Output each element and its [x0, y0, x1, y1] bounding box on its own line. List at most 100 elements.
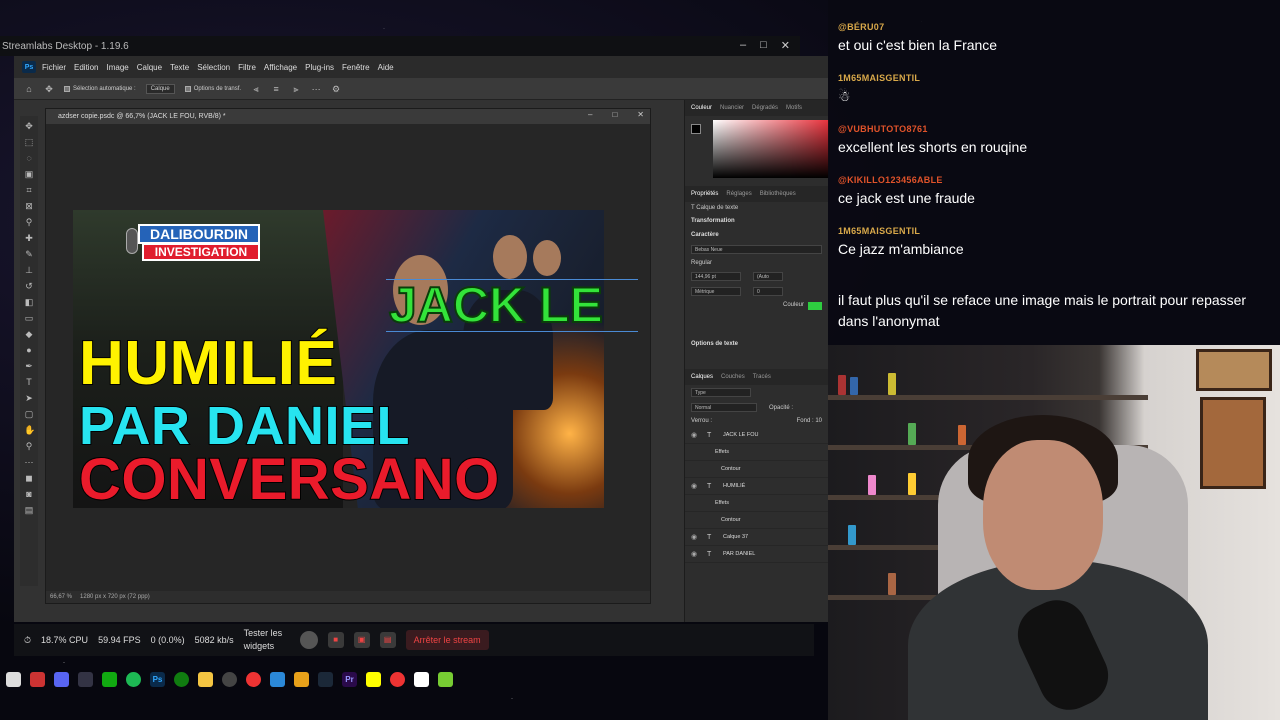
layer-row[interactable]: ◉ T PAR DANIEL [685, 546, 828, 563]
dodge-icon[interactable]: ● [24, 344, 34, 356]
text-color-swatch[interactable] [808, 302, 822, 310]
layer-effect-row[interactable]: Contour [685, 461, 828, 478]
quick-mask-icon[interactable]: ◙ [24, 488, 34, 500]
font-size-field[interactable]: 144,96 pt [691, 272, 741, 281]
color-swatch-icon[interactable]: ◼ [24, 472, 34, 484]
chrome-icon[interactable] [390, 671, 405, 687]
thumbnail-canvas[interactable]: DALIBOURDIN INVESTIGATION JACK LE HUMILI… [73, 210, 604, 508]
menu-calque[interactable]: Calque [137, 63, 162, 72]
menu-edition[interactable]: Edition [74, 63, 98, 72]
gradient-icon[interactable]: ▭ [24, 312, 34, 324]
foreground-swatch[interactable] [691, 124, 701, 134]
app-icon[interactable] [30, 671, 45, 687]
font-style[interactable]: Regular [685, 257, 828, 269]
transformation-section[interactable]: Transformation [685, 214, 828, 228]
menu-fichier[interactable]: Fichier [42, 63, 66, 72]
more-options-icon[interactable]: ⋯ [311, 84, 321, 94]
doc-minimize-button[interactable]: – [588, 110, 592, 119]
zoom-level[interactable]: 66,67 % [50, 594, 72, 600]
type-icon[interactable]: T [24, 376, 34, 388]
layer-row[interactable]: ◉ T JACK LE FOU [685, 427, 828, 444]
shape-icon[interactable]: ▢ [24, 408, 34, 420]
photos-icon[interactable] [270, 671, 285, 687]
app-icon[interactable] [438, 671, 453, 687]
menu-filtre[interactable]: Filtre [238, 63, 256, 72]
tab-nuancier[interactable]: Nuancier [720, 105, 744, 111]
tab-proprietes[interactable]: Propriétés [691, 191, 718, 197]
transform-options-checkbox[interactable]: Options de transf. [184, 85, 241, 92]
blend-mode-select[interactable]: Normal [691, 403, 757, 412]
steam-icon[interactable] [318, 671, 333, 687]
text-options-section[interactable]: Options de texte [685, 337, 828, 351]
spotify-icon[interactable] [126, 671, 141, 687]
screenshot-icon[interactable]: ▤ [379, 632, 396, 648]
xbox-icon[interactable] [174, 671, 189, 687]
maximize-button[interactable]: □ [760, 39, 767, 52]
align-left-icon[interactable]: ⫷ [251, 84, 261, 94]
pen-icon[interactable]: ✒ [24, 360, 34, 372]
app-icon[interactable] [294, 671, 309, 687]
minimize-button[interactable]: – [740, 39, 746, 52]
stop-square-icon[interactable]: ■ [327, 632, 344, 648]
more-tools-icon[interactable]: ⋯ [24, 456, 34, 468]
document-window[interactable]: azdser copie.psdc @ 66,7% (JACK LE FOU, … [45, 108, 651, 604]
eraser-icon[interactable]: ◧ [24, 296, 34, 308]
tab-couleur[interactable]: Couleur [691, 105, 712, 111]
auto-select-checkbox[interactable]: Sélection automatique : [64, 85, 136, 92]
layer-effect-row[interactable]: Effets [685, 444, 828, 461]
menu-image[interactable]: Image [106, 63, 128, 72]
kerning-field[interactable]: Métrique [691, 287, 741, 296]
premiere-icon[interactable]: Pr [342, 671, 357, 687]
doc-maximize-button[interactable]: □ [612, 110, 617, 119]
stamp-icon[interactable]: ⊥ [24, 264, 34, 276]
photoshop-taskbar-icon[interactable]: Ps [150, 671, 165, 687]
tab-traces[interactable]: Tracés [753, 374, 771, 380]
menu-plugins[interactable]: Plug-ins [305, 63, 334, 72]
document-tab[interactable]: azdser copie.psdc @ 66,7% (JACK LE FOU, … [46, 109, 650, 124]
layer-select-dropdown[interactable]: Calque [145, 83, 175, 94]
marquee-icon[interactable]: ⬚ [24, 136, 34, 148]
layer-effect-row[interactable]: Contour [685, 512, 828, 529]
doc-close-button[interactable]: ✕ [637, 110, 644, 119]
streamlabs-icon[interactable] [102, 671, 117, 687]
discord-icon[interactable] [54, 671, 69, 687]
tab-reglages[interactable]: Réglages [726, 191, 751, 197]
visibility-eye-icon[interactable]: ◉ [691, 431, 701, 439]
history-brush-icon[interactable]: ↺ [24, 280, 34, 292]
visibility-eye-icon[interactable]: ◉ [691, 550, 701, 558]
visibility-eye-icon[interactable]: ◉ [691, 533, 701, 541]
settings-icon[interactable]: ⚙ [331, 84, 341, 94]
align-right-icon[interactable]: ⫸ [291, 84, 301, 94]
hand-icon[interactable]: ✋ [24, 424, 35, 436]
app-icon[interactable] [78, 671, 93, 687]
close-button[interactable]: ✕ [781, 39, 790, 52]
folder-icon[interactable] [198, 671, 213, 687]
path-select-icon[interactable]: ➤ [24, 392, 34, 404]
menu-fenetre[interactable]: Fenêtre [342, 63, 370, 72]
visibility-eye-icon[interactable]: ◉ [691, 482, 701, 490]
replay-buffer-icon[interactable]: ▣ [353, 632, 370, 648]
start-icon[interactable] [6, 671, 21, 687]
tracking-field[interactable]: 0 [753, 287, 783, 296]
tab-degrades[interactable]: Dégradés [752, 105, 778, 111]
home-icon[interactable]: ⌂ [24, 84, 34, 94]
layer-filter-select[interactable]: Type [691, 388, 751, 397]
layer-effect-row[interactable]: Effets [685, 495, 828, 512]
leading-field[interactable]: (Auto [753, 272, 783, 281]
align-center-icon[interactable]: ≡ [271, 84, 281, 94]
layer-row[interactable]: ◉ T Calque 37 [685, 529, 828, 546]
move-tool-icon[interactable]: ✥ [44, 84, 54, 94]
object-select-icon[interactable]: ▣ [24, 168, 34, 180]
tab-calques[interactable]: Calques [691, 374, 713, 380]
move-icon[interactable]: ✥ [24, 120, 34, 132]
zoom-icon[interactable]: ⚲ [24, 440, 34, 452]
app-icon[interactable] [414, 671, 429, 687]
eyedropper-icon[interactable]: ⚲ [24, 216, 34, 228]
menu-aide[interactable]: Aide [378, 63, 394, 72]
screen-mode-icon[interactable]: ▤ [24, 504, 34, 516]
chrome-icon[interactable] [246, 671, 261, 687]
menu-texte[interactable]: Texte [170, 63, 189, 72]
lasso-icon[interactable]: ◌ [24, 152, 34, 164]
layer-row[interactable]: ◉ T HUMILIÉ [685, 478, 828, 495]
record-button[interactable] [299, 631, 318, 649]
